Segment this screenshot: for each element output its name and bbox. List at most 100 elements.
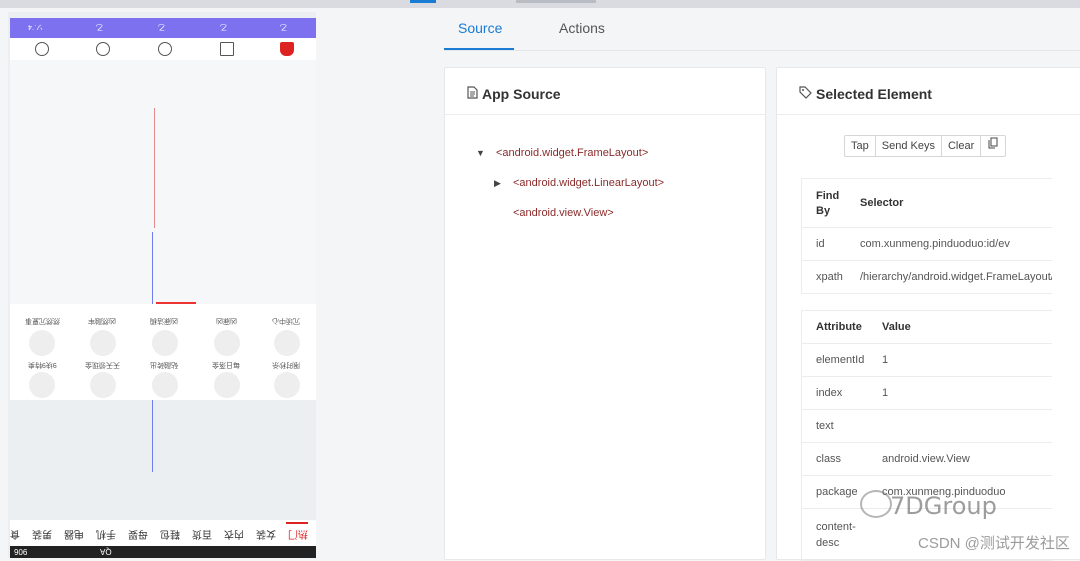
phone-status-item: 乙 <box>158 23 165 30</box>
watermark-source: CSDN @测试开发社区 <box>918 535 1070 552</box>
category-item: 内衣 <box>224 528 244 539</box>
attribute-value: 1 <box>882 354 889 366</box>
phone-nav-icon <box>280 42 294 56</box>
top-strip-active <box>410 0 436 3</box>
phone-status-item: 乙 <box>220 23 227 30</box>
category-item: 母婴 <box>128 528 148 539</box>
phone-bottom-text: 906 <box>14 547 28 556</box>
grid-indicator <box>156 302 196 304</box>
attribute-header: Attribute <box>816 321 862 333</box>
watermark-brand: 7DGroup <box>890 492 997 520</box>
phone-status-item: ソ.ˆ4 <box>28 23 44 30</box>
attribute-table-header: Attribute Value <box>802 311 1052 344</box>
app-source-title: App Source <box>467 86 561 102</box>
grid-icon <box>152 330 178 356</box>
value-header: Value <box>882 321 911 333</box>
category-item: 电器 <box>64 528 84 539</box>
attribute-value: 1 <box>882 387 889 399</box>
category-item: 鞋包 <box>160 528 180 539</box>
selector-find-by: id <box>816 238 825 250</box>
app-source-panel: App Source ▼ <android.widget.FrameLayout… <box>444 67 766 560</box>
tag-icon <box>799 86 812 102</box>
tab-source[interactable]: Source <box>458 20 502 36</box>
attribute-name: package <box>816 486 858 498</box>
category-item: 女装 <box>256 528 276 539</box>
category-item: 百货 <box>192 528 212 539</box>
caret-down-icon[interactable]: ▼ <box>476 148 485 158</box>
phone-nav-icon <box>158 42 172 56</box>
tree-node-linearlayout[interactable]: <android.widget.LinearLayout> <box>513 177 664 189</box>
category-item: 食 <box>10 528 20 539</box>
grid-icon <box>90 372 116 398</box>
attribute-table: Attribute Value elementId 1 index 1 text… <box>801 310 1052 561</box>
selector-value[interactable]: /hierarchy/android.widget.FrameLayout/an… <box>860 271 1052 283</box>
file-icon <box>467 86 478 102</box>
selector-table: Find By Selector id com.xunmeng.pinduodu… <box>801 178 1052 294</box>
tabs-divider <box>444 50 1080 51</box>
phone-status-bar: ソ.ˆ4 乙 乙 乙 乙 <box>10 18 316 38</box>
top-strip <box>0 0 1080 8</box>
attribute-name: class <box>816 453 842 465</box>
table-row[interactable]: id com.xunmeng.pinduoduo:id/ev <box>802 228 1052 261</box>
attribute-name: index <box>816 387 843 399</box>
phone-bottom-text: QA <box>100 547 112 556</box>
selector-header: Selector <box>860 197 904 209</box>
top-strip-inactive <box>516 0 596 3</box>
attribute-name: elementId <box>816 354 865 366</box>
copy-icon <box>988 137 998 152</box>
grid-label: 凶寐凶 <box>215 317 237 324</box>
element-action-buttons: Tap Send Keys Clear <box>844 135 1007 157</box>
grid-label: 砧融砖出 <box>150 361 178 368</box>
phone-status-item: 乙 <box>96 23 103 30</box>
send-keys-button[interactable]: Send Keys <box>874 135 942 157</box>
selector-find-by: xpath <box>816 271 843 283</box>
card-divider <box>445 114 765 115</box>
attribute-name: text <box>816 420 834 432</box>
grid-icon <box>152 372 178 398</box>
table-row: text <box>802 410 1052 443</box>
phone-nav-icon <box>35 42 49 56</box>
table-row: index 1 <box>802 377 1052 410</box>
selected-element-title-text: Selected Element <box>816 86 932 102</box>
grid-label: 天天领现金 <box>84 361 120 368</box>
selected-element-panel: Selected Element Tap Send Keys Clear Fin… <box>776 67 1080 561</box>
phone-top-nav <box>10 38 316 60</box>
grid-icon <box>29 372 55 398</box>
app-source-title-text: App Source <box>482 86 561 102</box>
selector-table-header: Find By Selector <box>802 179 1052 228</box>
tree-node-view[interactable]: <android.view.View> <box>513 207 614 219</box>
grid-icon <box>274 330 300 356</box>
table-row: class android.view.View <box>802 443 1052 476</box>
phone-nav-icon <box>220 42 234 56</box>
selected-element-title: Selected Element <box>799 86 932 102</box>
grid-icon <box>29 330 55 356</box>
attribute-value: android.view.View <box>882 453 970 465</box>
tree-node-framelayout[interactable]: <android.widget.FrameLayout> <box>496 147 648 159</box>
grid-label: 9块9特卖 <box>27 361 57 368</box>
find-by-header: Find By <box>816 190 840 217</box>
category-active-indicator <box>286 522 308 524</box>
category-item: 热门 <box>288 528 308 539</box>
clear-button[interactable]: Clear <box>940 135 982 157</box>
caret-right-icon[interactable]: ▶ <box>494 178 501 189</box>
phone-status-item: 乙 <box>280 23 287 30</box>
device-screenshot[interactable]: ソ.ˆ4 乙 乙 乙 乙 然然冗夏事 凶然融牢 凶寐洁稠 凶寐凶 冗顷中心 9块… <box>8 12 316 558</box>
phone-content-area <box>10 60 316 312</box>
table-row[interactable]: xpath /hierarchy/android.widget.FrameLay… <box>802 261 1052 293</box>
grid-icon <box>214 330 240 356</box>
grid-label: 限时秒杀 <box>272 361 300 368</box>
grid-icon <box>90 330 116 356</box>
copy-button[interactable] <box>980 135 1007 157</box>
grid-label: 凶寐洁稠 <box>150 317 178 324</box>
tab-actions[interactable]: Actions <box>559 20 605 36</box>
category-item: 手机 <box>96 528 116 539</box>
selector-value[interactable]: com.xunmeng.pinduoduo:id/ev <box>860 238 1010 250</box>
card-divider <box>777 114 1080 115</box>
phone-nav-icon <box>96 42 110 56</box>
grid-label: 每日落金 <box>212 361 240 368</box>
tap-button[interactable]: Tap <box>844 135 876 157</box>
phone-bottom-bar: 906 QA <box>10 546 316 558</box>
category-item: 男装 <box>32 528 52 539</box>
grid-icon <box>274 372 300 398</box>
table-row: elementId 1 <box>802 344 1052 377</box>
